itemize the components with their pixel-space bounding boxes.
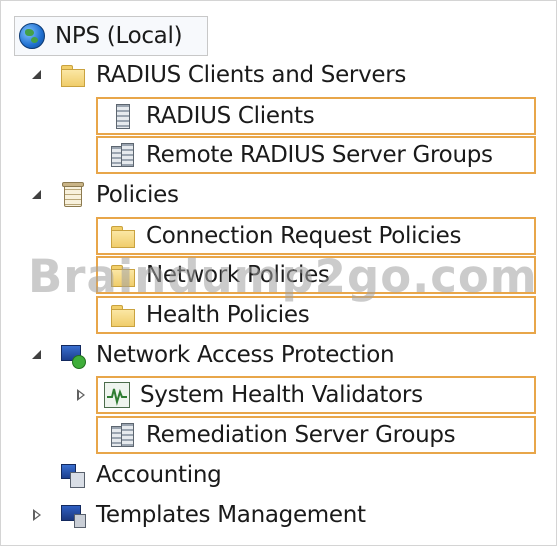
tree-node-label: Accounting xyxy=(96,462,222,488)
tree-node-templates-management[interactable]: Templates Management xyxy=(60,496,440,534)
folder-icon xyxy=(60,62,86,88)
tree-node-system-health-validators[interactable]: System Health Validators xyxy=(96,376,536,414)
tree-node-network-access-protection[interactable]: Network Access Protection xyxy=(60,336,480,374)
tree-root-nps-local[interactable]: NPS (Local) xyxy=(14,16,208,56)
expand-arrow-icon[interactable] xyxy=(30,68,44,82)
network-access-protection-icon xyxy=(60,342,86,369)
tree-node-label: Remediation Server Groups xyxy=(146,422,456,448)
folder-icon xyxy=(110,262,136,288)
folder-icon xyxy=(110,223,136,249)
expand-arrow-icon[interactable] xyxy=(30,348,44,362)
tree-node-label: Connection Request Policies xyxy=(146,223,462,249)
tree-node-remote-radius-server-groups[interactable]: Remote RADIUS Server Groups xyxy=(96,136,536,174)
tree-node-label: RADIUS Clients and Servers xyxy=(96,62,407,88)
server-icon xyxy=(110,103,136,129)
tree-node-label: Network Policies xyxy=(146,262,330,288)
tree-node-label: Health Policies xyxy=(146,302,310,328)
templates-icon xyxy=(60,502,86,528)
tree-node-label: Templates Management xyxy=(96,502,366,528)
tree-node-connection-request-policies[interactable]: Connection Request Policies xyxy=(96,217,536,255)
tree-node-label: NPS (Local) xyxy=(55,23,183,49)
folder-icon xyxy=(110,302,136,328)
collapse-arrow-icon[interactable] xyxy=(30,508,44,522)
collapse-arrow-icon[interactable] xyxy=(74,388,88,402)
tree-node-health-policies[interactable]: Health Policies xyxy=(96,296,536,334)
tree-node-label: Network Access Protection xyxy=(96,342,395,368)
globe-icon xyxy=(19,23,45,49)
health-monitor-icon xyxy=(104,382,130,408)
tree-node-label: Policies xyxy=(96,182,179,208)
accounting-icon xyxy=(60,462,86,488)
server-group-icon xyxy=(110,142,136,168)
tree-node-network-policies[interactable]: Network Policies xyxy=(96,256,536,294)
tree-node-policies[interactable]: Policies xyxy=(60,176,260,214)
expand-arrow-icon[interactable] xyxy=(30,188,44,202)
tree-node-label: RADIUS Clients xyxy=(146,103,315,129)
tree-node-label: System Health Validators xyxy=(140,382,423,408)
tree-node-label: Remote RADIUS Server Groups xyxy=(146,142,493,168)
tree-node-radius-clients-and-servers[interactable]: RADIUS Clients and Servers xyxy=(60,56,440,94)
tree-node-accounting[interactable]: Accounting xyxy=(60,456,280,494)
tree-node-radius-clients[interactable]: RADIUS Clients xyxy=(96,97,536,135)
tree-node-remediation-server-groups[interactable]: Remediation Server Groups xyxy=(96,416,536,454)
server-group-icon xyxy=(110,422,136,448)
policy-icon xyxy=(60,182,86,208)
